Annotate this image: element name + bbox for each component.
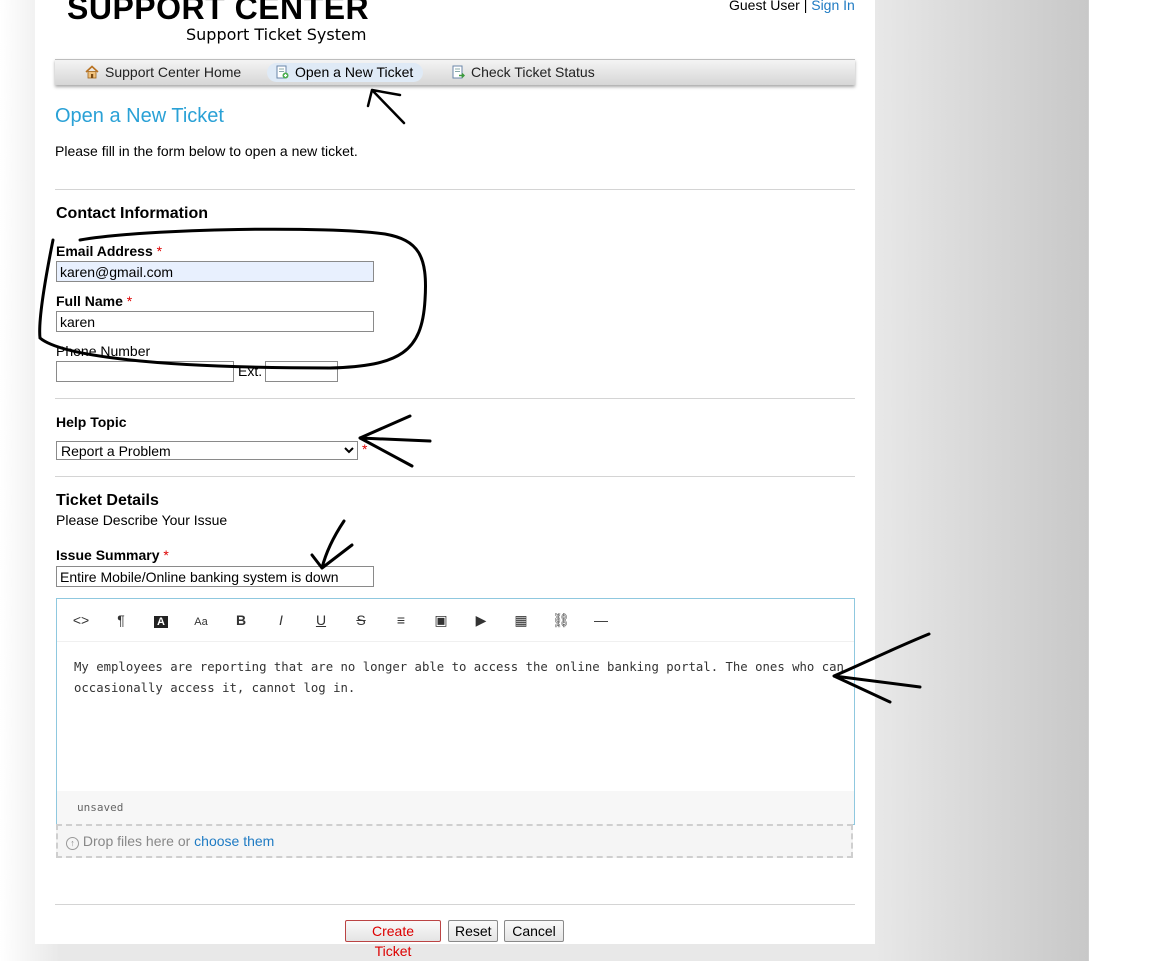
font-color-button[interactable]: A xyxy=(149,610,173,630)
italic-button[interactable]: I xyxy=(269,610,293,630)
nav-item-home-label: Support Center Home xyxy=(105,64,242,80)
welcome-bar: Guest User | Sign In xyxy=(729,0,855,13)
font-size-icon: Aa xyxy=(194,616,208,628)
editor-toolbar: <> ¶ A Aa B I U S ≡ ▣ ▶ ▦ ⛓ — xyxy=(57,599,854,642)
help-topic-select[interactable]: Report a Problem xyxy=(56,441,358,460)
phone-field[interactable] xyxy=(56,361,234,382)
guest-user-label: Guest User xyxy=(729,0,800,13)
ticket-details-subtitle: Please Describe Your Issue xyxy=(56,512,228,528)
help-topic-label: Help Topic xyxy=(56,414,127,430)
strikethrough-button[interactable]: S xyxy=(349,610,373,630)
nav-item-check-status-label: Check Ticket Status xyxy=(471,64,595,80)
logo-subtitle: Support Ticket System xyxy=(186,25,367,44)
page-intro: Please fill in the form below to open a … xyxy=(55,143,358,159)
create-ticket-button[interactable]: Create Ticket xyxy=(345,920,441,959)
logo-title: SUPPORT CENTER xyxy=(67,0,370,26)
font-size-button[interactable]: Aa xyxy=(189,610,213,630)
main-nav: Support Center Home Open a New Ticket Ch… xyxy=(55,59,855,85)
fullname-label-text: Full Name xyxy=(56,293,123,309)
issue-summary-label: Issue Summary * xyxy=(56,547,169,563)
ext-label: Ext. xyxy=(238,363,263,379)
divider xyxy=(55,476,855,477)
nav-item-check-status[interactable]: Check Ticket Status xyxy=(443,63,605,82)
dropzone-text: Drop files here or xyxy=(82,833,195,849)
fullname-field[interactable] xyxy=(56,311,374,332)
upload-icon: ↑ xyxy=(66,837,79,850)
image-button[interactable]: ▣ xyxy=(429,610,453,630)
file-dropzone[interactable]: ↑ Drop files here or choose them xyxy=(56,824,853,858)
home-icon xyxy=(85,65,99,79)
table-button[interactable]: ▦ xyxy=(509,610,533,630)
underline-button[interactable]: U xyxy=(309,610,333,630)
html-code-icon: <> xyxy=(72,612,90,628)
email-label: Email Address * xyxy=(56,243,162,259)
html-code-button[interactable]: <> xyxy=(69,610,93,630)
paragraph-icon: ¶ xyxy=(117,612,125,628)
nav-item-new-ticket[interactable]: Open a New Ticket xyxy=(267,63,424,82)
video-button[interactable]: ▶ xyxy=(469,610,493,630)
font-color-icon: A xyxy=(154,616,168,628)
ticket-status-icon xyxy=(452,65,465,79)
editor-body[interactable]: My employees are reporting that are no l… xyxy=(74,657,844,699)
underline-icon: U xyxy=(315,612,327,628)
bold-icon: B xyxy=(235,612,247,628)
video-icon: ▶ xyxy=(475,612,487,628)
link-button[interactable]: ⛓ xyxy=(549,610,573,630)
horizontal-rule-icon: — xyxy=(594,612,608,628)
contact-section-title: Contact Information xyxy=(56,205,208,222)
divider xyxy=(55,904,855,905)
email-field[interactable] xyxy=(56,261,374,282)
required-mark: * xyxy=(126,293,133,309)
sign-in-link[interactable]: Sign In xyxy=(811,0,855,13)
horizontal-rule-button[interactable]: — xyxy=(589,610,613,630)
divider xyxy=(55,189,855,190)
required-mark: * xyxy=(156,243,163,259)
fullname-label: Full Name * xyxy=(56,293,132,309)
nav-item-new-ticket-label: Open a New Ticket xyxy=(295,64,414,80)
page-title: Open a New Ticket xyxy=(55,105,224,127)
separator: | xyxy=(799,0,812,13)
email-label-text: Email Address xyxy=(56,243,153,259)
required-mark: * xyxy=(362,441,368,457)
ticket-details-title: Ticket Details xyxy=(56,492,159,509)
list-button[interactable]: ≡ xyxy=(389,610,413,630)
new-ticket-icon xyxy=(276,65,289,79)
strikethrough-icon: S xyxy=(356,612,366,628)
table-icon: ▦ xyxy=(514,612,528,628)
issue-summary-field[interactable] xyxy=(56,566,374,587)
ext-field[interactable] xyxy=(265,361,338,382)
divider xyxy=(55,398,855,399)
page-container: SUPPORT CENTER Support Ticket System Gue… xyxy=(35,0,875,959)
image-icon: ▣ xyxy=(434,612,448,628)
reset-button[interactable]: Reset xyxy=(448,920,498,942)
link-icon: ⛓ xyxy=(552,612,570,628)
paragraph-button[interactable]: ¶ xyxy=(109,610,133,630)
phone-label: Phone Number xyxy=(56,343,151,359)
cancel-button[interactable]: Cancel xyxy=(504,920,564,942)
italic-icon: I xyxy=(279,612,283,628)
editor-status: unsaved xyxy=(57,791,854,824)
choose-files-link[interactable]: choose them xyxy=(194,833,274,849)
bold-button[interactable]: B xyxy=(229,610,253,630)
required-mark: * xyxy=(163,547,169,563)
list-icon: ≡ xyxy=(396,612,406,628)
rich-text-editor[interactable]: <> ¶ A Aa B I U S ≡ ▣ ▶ ▦ ⛓ — My employees are report… xyxy=(56,598,855,825)
issue-summary-label-text: Issue Summary xyxy=(56,547,160,563)
nav-item-home[interactable]: Support Center Home xyxy=(77,63,251,82)
